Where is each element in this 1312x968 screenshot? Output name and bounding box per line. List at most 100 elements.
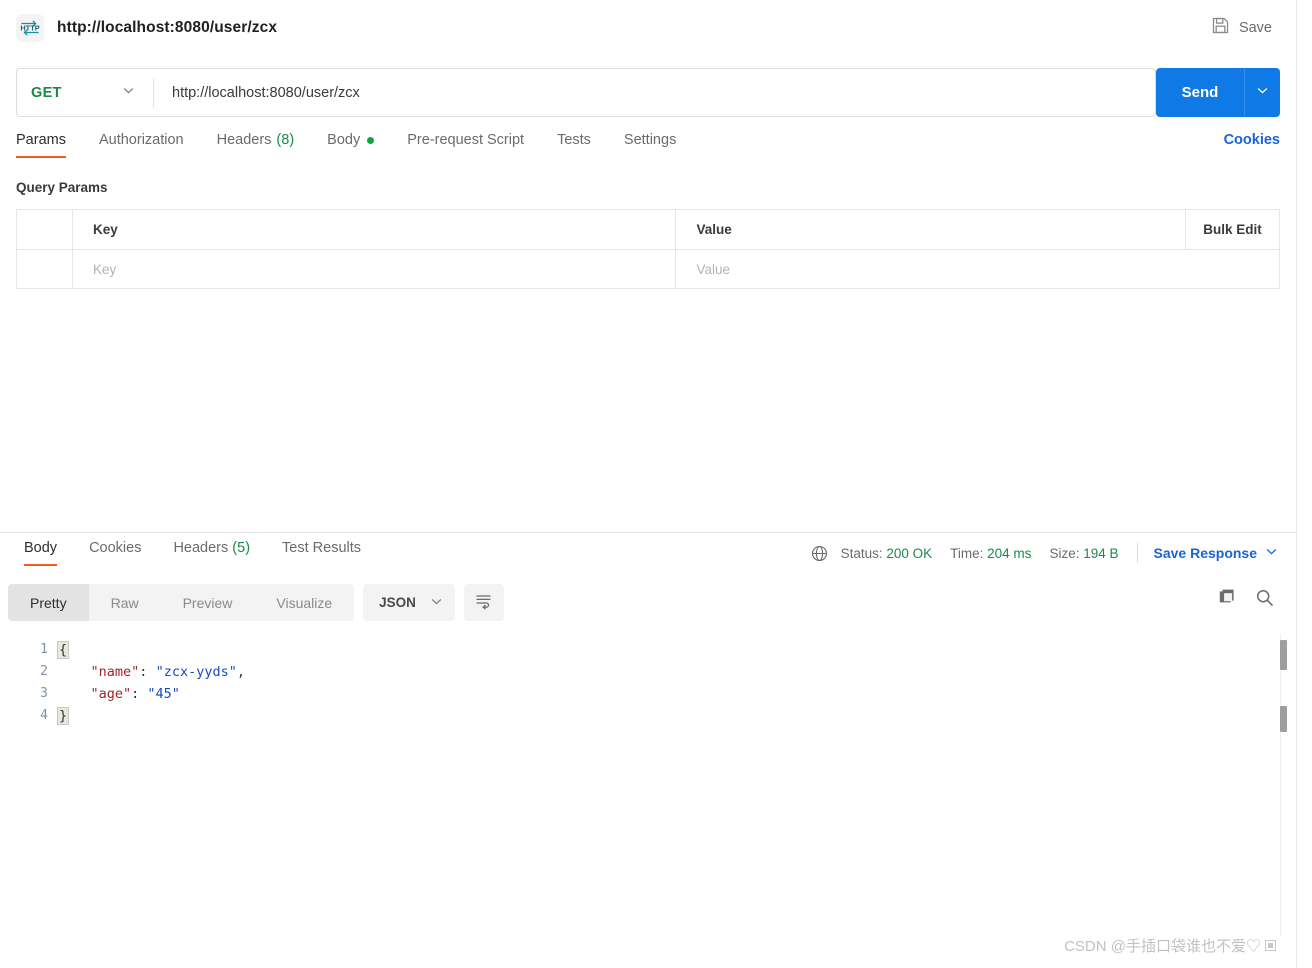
request-tab-bar: Params Authorization Headers (8) Body Pr…	[16, 132, 1280, 166]
tab-headers[interactable]: Headers (8)	[217, 132, 295, 158]
main-panel: HTTP http://localhost:8080/user/zcx Save…	[0, 0, 1296, 968]
tab-params[interactable]: Params	[16, 132, 66, 158]
code-line: {	[56, 639, 1296, 661]
header-checkbox-cell	[16, 209, 73, 250]
editor-scrollbar-thumb-bottom[interactable]	[1280, 706, 1287, 732]
table-header-row: Key Value Bulk Edit	[16, 209, 1280, 250]
response-time-item: Time: 204 ms	[950, 546, 1031, 561]
json-close-brace: }	[56, 707, 70, 725]
tab-pre-request-script[interactable]: Pre-request Script	[407, 132, 524, 158]
save-label: Save	[1238, 20, 1272, 36]
editor-scrollbar-track[interactable]	[1280, 634, 1296, 936]
watermark-badge-icon	[1265, 940, 1276, 951]
chevron-down-icon	[430, 595, 443, 611]
send-options-button[interactable]	[1245, 68, 1280, 117]
postman-window: HTTP http://localhost:8080/user/zcx Save…	[0, 0, 1312, 968]
tab-body[interactable]: Body	[327, 132, 375, 158]
response-tab-test-results[interactable]: Test Results	[282, 540, 361, 566]
chevron-down-icon	[1265, 545, 1278, 561]
tab-label: Settings	[623, 132, 677, 148]
globe-icon	[811, 545, 828, 562]
cookies-link[interactable]: Cookies	[1224, 132, 1280, 148]
response-format-select[interactable]: JSON	[363, 584, 455, 621]
editor-line-numbers: 1 2 3 4	[0, 634, 58, 936]
tab-label: Body	[327, 132, 361, 148]
response-body-editor[interactable]: 1 2 3 4 { "name": "zcx-yyds", "age": "45…	[0, 634, 1296, 936]
response-tab-cookies[interactable]: Cookies	[89, 540, 141, 566]
row-checkbox-cell[interactable]	[16, 249, 73, 289]
tab-label: Authorization	[98, 132, 184, 148]
bulk-edit-button[interactable]: Bulk Edit	[1185, 209, 1280, 250]
json-comma: ,	[236, 664, 245, 680]
json-open-brace: {	[56, 641, 70, 659]
watermark-text: CSDN @手插口袋谁也不爱♡	[1064, 938, 1261, 955]
http-method-select[interactable]: GET	[17, 69, 153, 116]
status-value: 200 OK	[886, 545, 933, 561]
response-action-icons	[1218, 588, 1274, 607]
time-value: 204 ms	[987, 545, 1032, 561]
format-label: JSON	[379, 595, 416, 610]
send-button-group[interactable]: Send	[1156, 68, 1280, 117]
request-url-bar: GET	[16, 68, 1156, 117]
save-response-button[interactable]: Save Response	[1154, 545, 1279, 561]
view-visualize-button[interactable]: Visualize	[254, 584, 354, 621]
panel-split-divider[interactable]	[0, 532, 1296, 533]
request-url-input[interactable]	[154, 69, 1155, 116]
json-string-value: "zcx-yyds"	[155, 664, 237, 680]
tab-settings[interactable]: Settings	[624, 132, 676, 158]
page-title: http://localhost:8080/user/zcx	[57, 19, 278, 36]
json-string-value: "45"	[147, 686, 180, 702]
header-key-cell: Key	[71, 209, 677, 250]
code-line: }	[56, 705, 1296, 727]
editor-code-area[interactable]: { "name": "zcx-yyds", "age": "45" }	[56, 634, 1296, 936]
status-code-item: Status: 200 OK	[841, 546, 933, 561]
send-button[interactable]: Send	[1156, 68, 1244, 117]
save-response-label: Save Response	[1153, 545, 1258, 561]
response-view-toolbar: Pretty Raw Preview Visualize JSON	[8, 584, 504, 621]
time-label: Time:	[950, 545, 984, 561]
view-pretty-button[interactable]: Pretty	[8, 584, 89, 621]
view-preview-button[interactable]: Preview	[161, 584, 255, 621]
floppy-disk-icon	[1211, 16, 1230, 40]
query-params-table: Key Value Bulk Edit Key Value	[16, 209, 1280, 289]
response-tab-headers[interactable]: Headers (5)	[173, 540, 250, 566]
body-present-dot-icon	[367, 136, 375, 144]
tab-label: Tests	[557, 132, 591, 148]
tab-label: Headers	[216, 132, 272, 148]
watermark: CSDN @手插口袋谁也不爱♡	[1064, 935, 1276, 956]
tab-count: (8)	[276, 132, 295, 148]
http-method-label: GET	[31, 84, 62, 101]
tab-count: (5)	[232, 540, 251, 556]
line-number: 2	[40, 664, 48, 679]
json-punct: :	[131, 686, 148, 702]
response-tab-body[interactable]: Body	[24, 540, 58, 566]
editor-scrollbar-thumb-top[interactable]	[1280, 640, 1287, 670]
word-wrap-icon	[474, 591, 493, 615]
tab-authorization[interactable]: Authorization	[99, 132, 184, 158]
svg-text:HTTP: HTTP	[20, 24, 39, 33]
save-button[interactable]: Save	[1205, 12, 1278, 44]
word-wrap-button[interactable]	[463, 584, 504, 621]
response-size-item: Size: 194 B	[1049, 546, 1118, 561]
copy-icon[interactable]	[1218, 588, 1237, 607]
tab-label: Headers	[173, 540, 229, 556]
row-value-input[interactable]: Value	[675, 249, 1280, 289]
json-key: "age"	[90, 686, 132, 702]
size-value: 194 B	[1083, 545, 1119, 561]
header-value-cell: Value	[675, 209, 1187, 250]
code-line: "age": "45"	[58, 683, 1296, 705]
size-label: Size:	[1049, 545, 1080, 561]
line-number: 3	[40, 686, 48, 701]
code-line: "name": "zcx-yyds",	[58, 661, 1296, 683]
search-icon[interactable]	[1255, 588, 1274, 607]
tab-tests[interactable]: Tests	[557, 132, 591, 158]
json-punct: :	[139, 664, 156, 680]
line-number: 1	[40, 642, 48, 657]
chevron-down-icon	[1256, 84, 1269, 102]
tab-label: Pre-request Script	[407, 132, 525, 148]
title-bar: HTTP http://localhost:8080/user/zcx Save	[0, 0, 1296, 56]
view-raw-button[interactable]: Raw	[89, 584, 161, 621]
response-tab-bar: Body Cookies Headers (5) Test Results	[8, 540, 377, 566]
row-key-input[interactable]: Key	[71, 249, 677, 289]
